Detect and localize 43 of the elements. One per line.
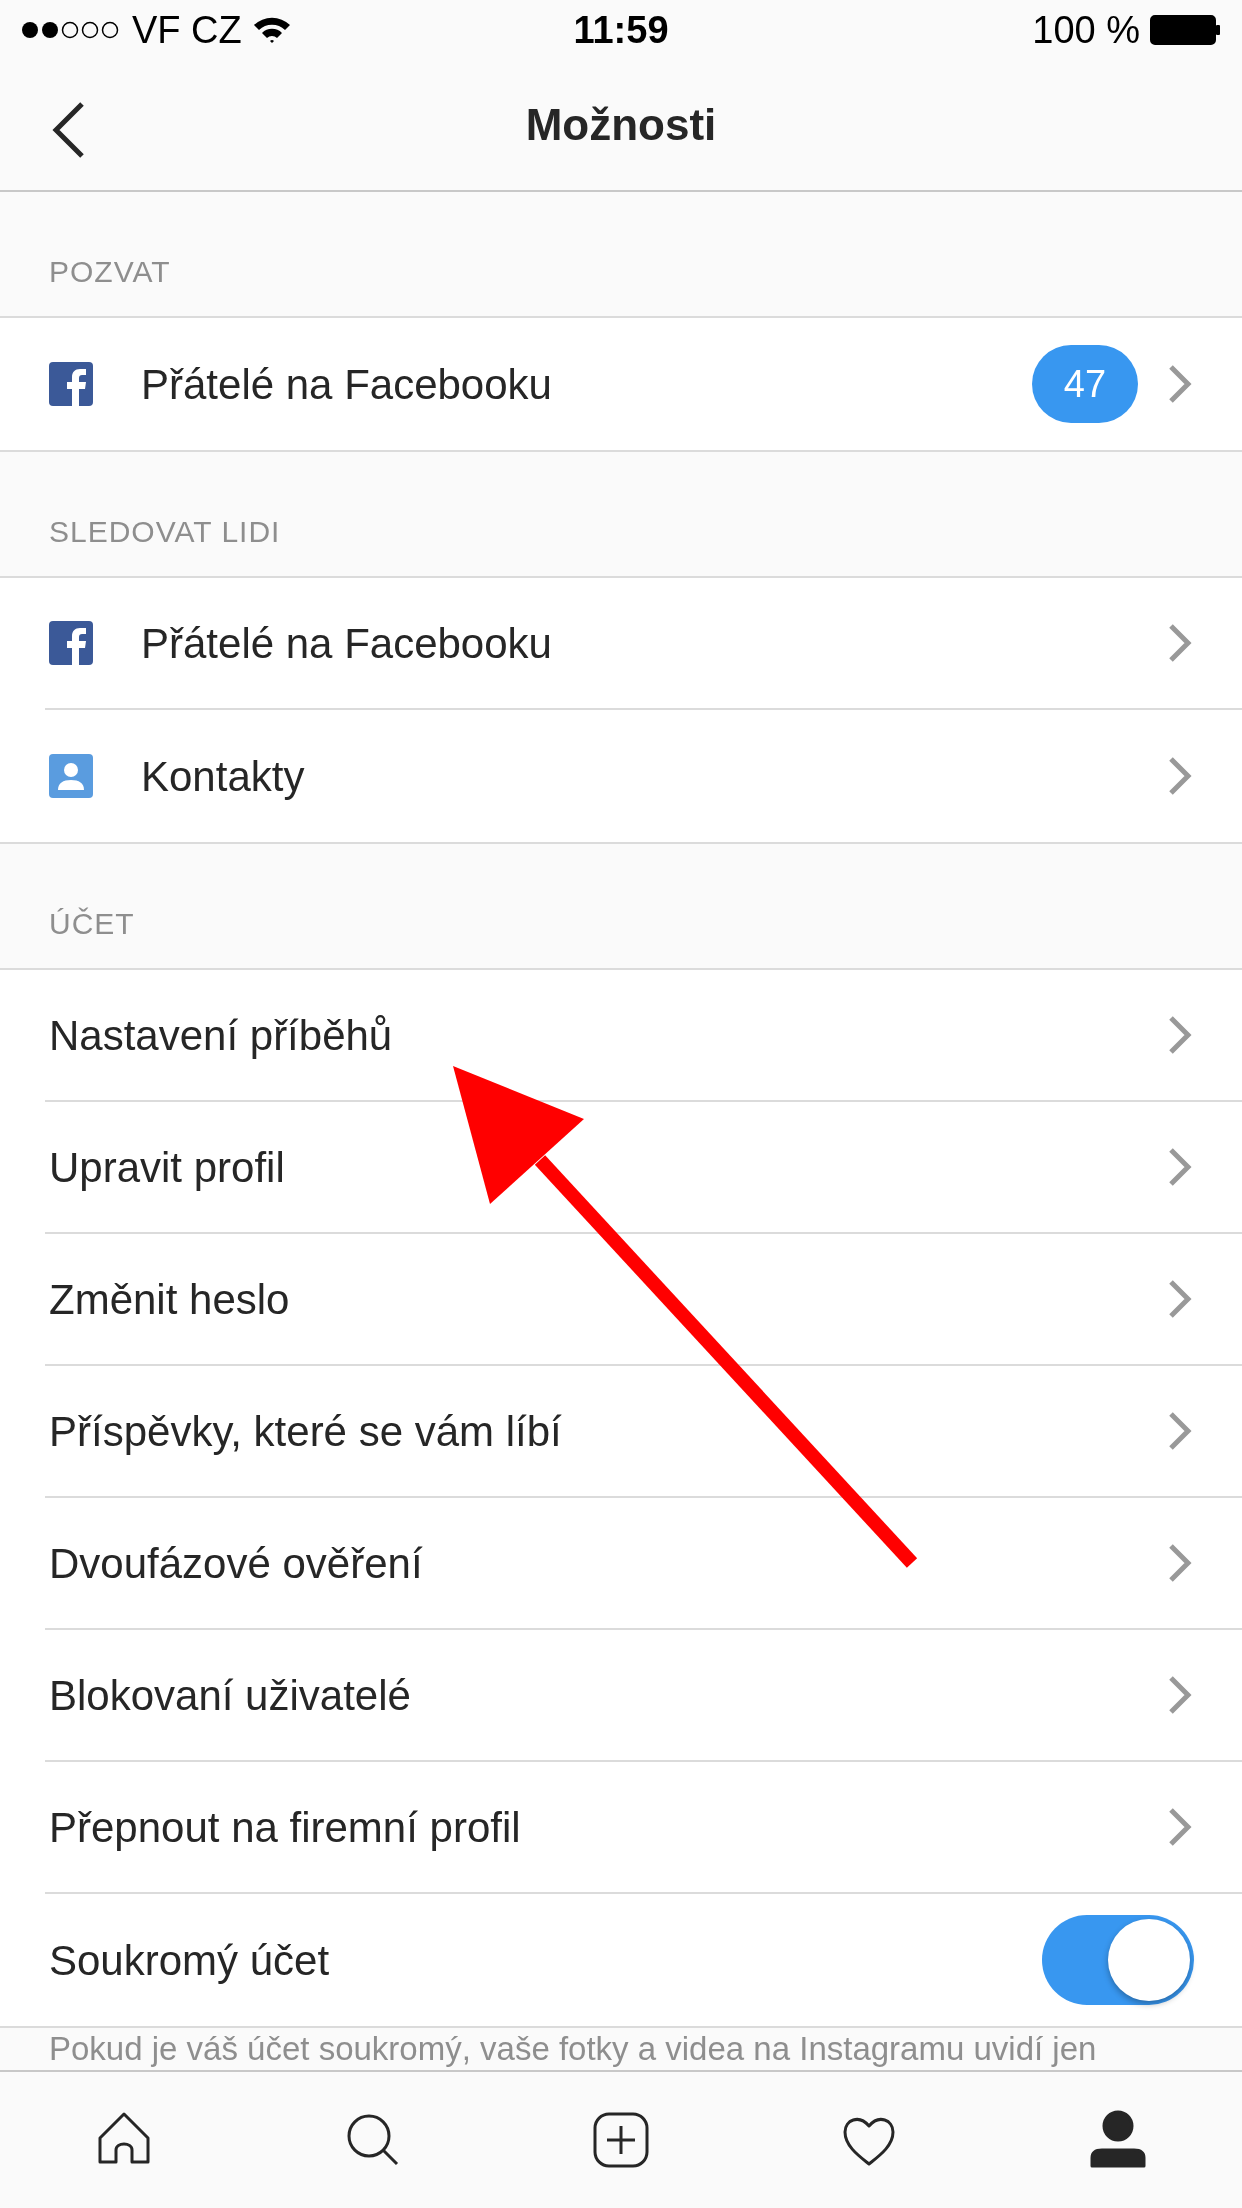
row-label: Příspěvky, které se vám líbí xyxy=(49,1406,562,1457)
row-label: Přepnout na firemní profil xyxy=(49,1802,521,1853)
footnote: Pokud je váš účet soukromý, vaše fotky a videa na Instagramu uvidí jen xyxy=(49,2030,1098,2068)
count-badge: 47 xyxy=(1032,345,1138,423)
battery-percent: 100 % xyxy=(1032,7,1140,53)
chevron-icon xyxy=(1168,1147,1192,1187)
facebook-icon xyxy=(49,362,93,406)
section-header: SLEDOVAT LIDI xyxy=(49,514,281,550)
contact-icon xyxy=(49,754,93,798)
screen-title: Možnosti xyxy=(525,99,717,151)
row-label: Dvoufázové ověření xyxy=(49,1538,423,1589)
clock: 11:59 xyxy=(573,7,669,53)
row-label: Změnit heslo xyxy=(49,1274,290,1325)
row-label: Nastavení příběhů xyxy=(49,1010,393,1061)
chevron-icon xyxy=(1168,756,1192,796)
chevron-icon xyxy=(1168,1279,1192,1319)
settings-row[interactable]: Přepnout na firemní profil xyxy=(45,1762,1242,1894)
chevron-icon xyxy=(1168,1411,1192,1451)
row-label: Blokovaní uživatelé xyxy=(49,1670,411,1721)
chevron-icon xyxy=(1168,1015,1192,1055)
section-header: POZVAT xyxy=(49,254,171,290)
settings-row[interactable]: Kontakty xyxy=(45,710,1242,842)
chevron-icon xyxy=(1168,1675,1192,1715)
settings-row[interactable]: Změnit heslo xyxy=(45,1234,1242,1366)
row-label: Přátelé na Facebooku xyxy=(141,618,552,669)
row-label: Kontakty xyxy=(141,751,305,802)
settings-row[interactable]: Blokovaní uživatelé xyxy=(45,1630,1242,1762)
add-tab[interactable] xyxy=(591,2110,651,2170)
row-label: Soukromý účet xyxy=(49,1935,330,1986)
chevron-icon xyxy=(1168,1543,1192,1583)
chevron-icon xyxy=(1168,623,1192,663)
settings-row[interactable]: Příspěvky, které se vám líbí xyxy=(45,1366,1242,1498)
carrier-name: VF CZ xyxy=(132,7,242,53)
settings-row[interactable]: Přátelé na Facebooku xyxy=(45,578,1242,710)
chevron-icon xyxy=(1168,1807,1192,1847)
settings-row[interactable]: Dvoufázové ověření xyxy=(45,1498,1242,1630)
row-label: Přátelé na Facebooku xyxy=(141,359,552,410)
chevron-icon xyxy=(1168,364,1192,404)
facebook-icon xyxy=(49,621,93,665)
settings-row[interactable]: Soukromý účet xyxy=(45,1894,1242,2026)
section-header: ÚČET xyxy=(49,906,135,942)
row-label: Upravit profil xyxy=(49,1142,285,1193)
battery-icon xyxy=(1150,14,1222,46)
